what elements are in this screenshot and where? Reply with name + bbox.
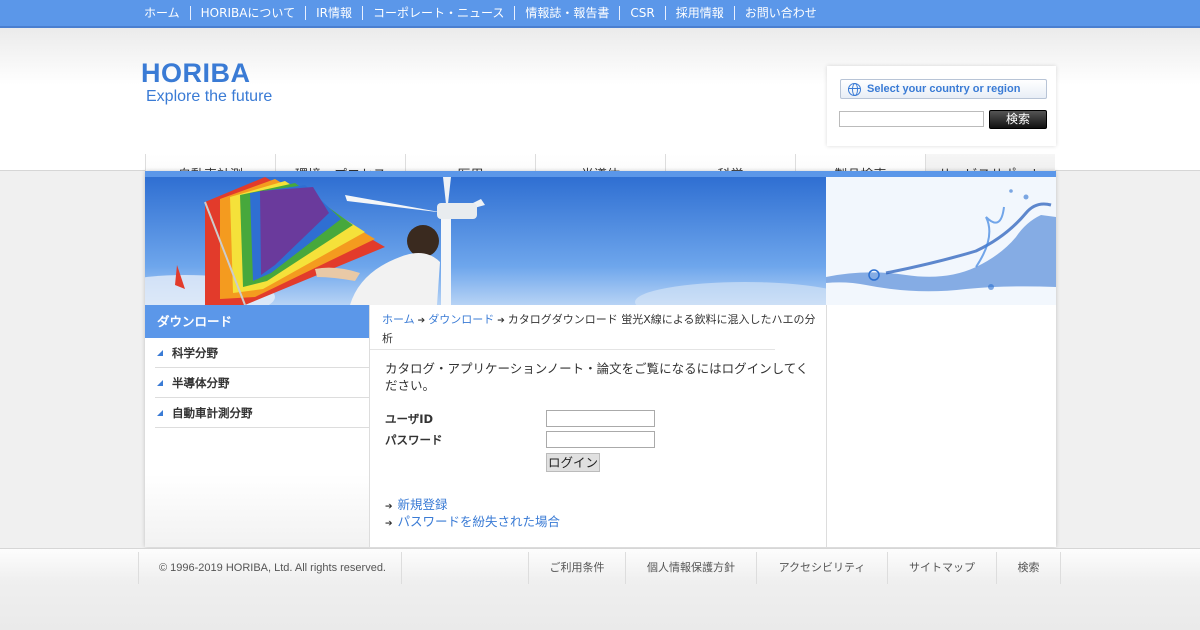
triangle-bullet-icon [157,350,163,356]
logo-tagline: Explore the future [146,88,273,105]
top-nav-contact[interactable]: お問い合わせ [733,6,827,20]
footer-link-accessibility[interactable]: アクセシビリティ [756,552,887,584]
login-intro-text: カタログ・アプリケーションノート・論文をご覧になるにはログインしてください。 [385,361,809,393]
water-illustration [826,177,1056,305]
top-nav: ホーム HORIBAについて IR情報 コーポレート・ニュース 情報誌・報告書 … [134,0,827,26]
horiba-logo[interactable]: HORIBA Explore the future [141,59,272,106]
lost-password-link[interactable]: ➔ パスワードを紛失された場合 [385,511,560,530]
sidebar-title: ダウンロード [145,305,369,338]
water-splash-image [826,177,1056,305]
hero-banner-image [145,177,826,305]
footer-link-terms[interactable]: ご利用条件 [528,552,625,584]
footer-nav: ご利用条件 個人情報保護方針 アクセシビリティ サイトマップ 検索 [528,552,1061,584]
sidebar-item-automotive[interactable]: 自動車計測分野 [155,398,370,428]
main-content: ホーム ➔ ダウンロード ➔ カタログダウンロード 蛍光X線による飲料に混入したハエの分… [370,305,827,547]
register-link-label: 新規登録 [397,497,448,512]
breadcrumb-home[interactable]: ホーム [382,313,415,326]
link-arrow-icon: ➔ [385,519,393,529]
triangle-bullet-icon [157,380,163,386]
breadcrumb-arrow-icon: ➔ [417,316,426,326]
search-button[interactable]: 検索 [989,110,1047,129]
top-bar: ホーム HORIBAについて IR情報 コーポレート・ニュース 情報誌・報告書 … [0,0,1200,28]
top-nav-about[interactable]: HORIBAについて [189,6,305,20]
breadcrumb-arrow-icon: ➔ [497,316,505,326]
hero-illustration [145,177,826,305]
footer-link-privacy[interactable]: 個人情報保護方針 [625,552,756,584]
header: HORIBA Explore the future Select your co… [0,28,1200,198]
sidebar-item-label: 半導体分野 [172,375,230,390]
sidebar-item-semiconductor[interactable]: 半導体分野 [155,368,370,398]
breadcrumb-divider [370,349,775,350]
top-nav-home[interactable]: ホーム [134,6,190,20]
lost-password-link-label: パスワードを紛失された場合 [397,514,561,529]
sidebar-item-label: 科学分野 [172,345,218,360]
sidebar-item-label: 自動車計測分野 [172,405,253,420]
top-nav-reports[interactable]: 情報誌・報告書 [514,6,619,20]
footer-link-sitemap[interactable]: サイトマップ [887,552,996,584]
user-id-label: ユーザID [385,412,434,426]
triangle-bullet-icon [157,410,163,416]
password-label: パスワード [385,433,443,447]
sidebar: ダウンロード 科学分野 半導体分野 自動車計測分野 [145,305,370,547]
breadcrumb: ホーム ➔ ダウンロード ➔ カタログダウンロード 蛍光X線による飲料に混入したハエの分… [382,311,817,347]
copyright-text: © 1996-2019 HORIBA, Ltd. All rights rese… [138,552,402,584]
top-nav-careers[interactable]: 採用情報 [664,6,734,20]
password-input[interactable] [546,431,655,448]
user-id-input[interactable] [546,410,655,427]
footer: © 1996-2019 HORIBA, Ltd. All rights rese… [0,548,1200,630]
top-nav-ir[interactable]: IR情報 [305,6,362,20]
sidebar-item-science[interactable]: 科学分野 [155,338,370,368]
region-selector-label: Select your country or region [867,83,1021,95]
top-nav-csr[interactable]: CSR [619,6,664,20]
page-content: ダウンロード 科学分野 半導体分野 自動車計測分野 ホーム ➔ ダウンロード ➔ カタロ… [145,171,1056,547]
region-selector-button[interactable]: Select your country or region [840,79,1047,99]
footer-link-search[interactable]: 検索 [996,552,1061,584]
breadcrumb-download[interactable]: ダウンロード [428,313,494,326]
region-search-panel: Select your country or region 検索 [827,66,1056,146]
login-button[interactable]: ログイン [546,453,600,472]
globe-icon [848,82,861,96]
search-input[interactable] [839,111,984,127]
top-nav-news[interactable]: コーポレート・ニュース [361,6,514,20]
logo-name: HORIBA [141,58,251,88]
